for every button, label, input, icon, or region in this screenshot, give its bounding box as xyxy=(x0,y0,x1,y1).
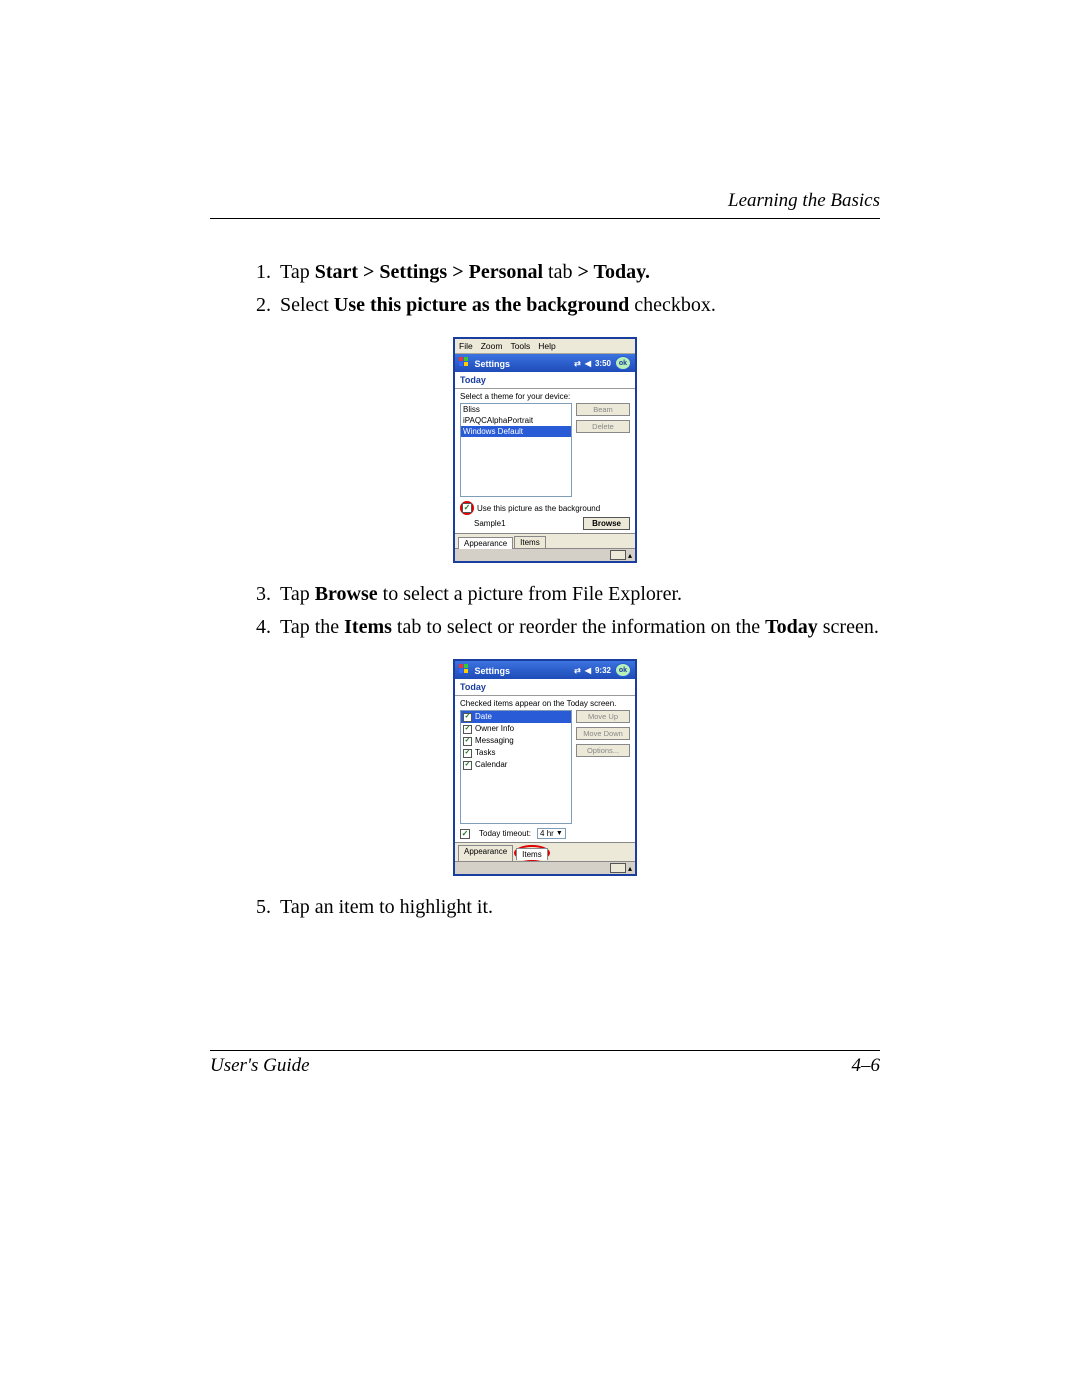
item-checkbox[interactable]: ✓ xyxy=(463,761,472,770)
item-checkbox[interactable]: ✓ xyxy=(463,737,472,746)
sip-bar-1: ▴ xyxy=(455,548,635,561)
menu-file[interactable]: File xyxy=(459,341,473,351)
connectivity-icon[interactable]: ⇄ xyxy=(574,666,581,675)
today-item[interactable]: ✓Messaging xyxy=(461,735,571,747)
moveup-button[interactable]: Move Up xyxy=(576,710,630,723)
today-item-selected[interactable]: ✓Date xyxy=(461,711,571,723)
menu-help[interactable]: Help xyxy=(538,341,555,351)
device-window-1: File Zoom Tools Help Settings ⇄ ◀ 3:50 o… xyxy=(453,337,637,563)
browse-button[interactable]: Browse xyxy=(583,517,630,530)
start-icon[interactable] xyxy=(459,664,469,674)
top-rule xyxy=(210,218,880,219)
tab-appearance[interactable]: Appearance xyxy=(458,845,513,861)
tab-appearance[interactable]: Appearance xyxy=(458,537,513,549)
navbar-title: Settings xyxy=(475,666,511,676)
use-picture-label: Use this picture as the background xyxy=(477,504,600,513)
keyboard-icon[interactable] xyxy=(610,550,626,560)
menu-tools[interactable]: Tools xyxy=(510,341,530,351)
items-listbox[interactable]: ✓Date ✓Owner Info ✓Messaging ✓Tasks ✓Cal… xyxy=(460,710,572,824)
today-timeout-checkbox[interactable]: ✓ xyxy=(460,829,470,839)
beam-button[interactable]: Beam xyxy=(576,403,630,416)
today-item[interactable]: ✓Calendar xyxy=(461,759,571,771)
navbar-1: Settings ⇄ ◀ 3:50 ok xyxy=(455,354,635,372)
ok-button[interactable]: ok xyxy=(615,663,631,677)
keyboard-icon[interactable] xyxy=(610,863,626,873)
highlight-circle-1: ✓ xyxy=(460,501,474,515)
steps-list-2: Tap Browse to select a picture from File… xyxy=(210,581,880,641)
chevron-down-icon: ▼ xyxy=(556,830,563,837)
today-item[interactable]: ✓Tasks xyxy=(461,747,571,759)
sip-arrow-icon[interactable]: ▴ xyxy=(628,864,632,873)
screen-title-1: Today xyxy=(455,372,635,389)
today-timeout-select[interactable]: 4 hr ▼ xyxy=(537,828,566,839)
theme-item[interactable]: iPAQCAlphaPortrait xyxy=(461,415,571,426)
tab-items[interactable]: Items xyxy=(514,536,546,548)
figure-1: File Zoom Tools Help Settings ⇄ ◀ 3:50 o… xyxy=(453,337,637,563)
sip-arrow-icon[interactable]: ▴ xyxy=(628,551,632,560)
tab-items[interactable]: Items xyxy=(516,848,548,860)
item-checkbox[interactable]: ✓ xyxy=(463,725,472,734)
theme-item[interactable]: Bliss xyxy=(461,404,571,415)
volume-icon[interactable]: ◀ xyxy=(585,359,591,368)
step-1: Tap Start > Settings > Personal tab > To… xyxy=(276,259,880,286)
screen-title-2: Today xyxy=(455,679,635,696)
theme-item-selected[interactable]: Windows Default xyxy=(461,426,571,437)
movedown-button[interactable]: Move Down xyxy=(576,727,630,740)
clock-text: 3:50 xyxy=(595,359,611,368)
theme-listbox[interactable]: Bliss iPAQCAlphaPortrait Windows Default xyxy=(460,403,572,497)
connectivity-icon[interactable]: ⇄ xyxy=(574,359,581,368)
step-5: Tap an item to highlight it. xyxy=(276,894,880,921)
footer-left: User's Guide xyxy=(210,1055,310,1077)
highlight-circle-2: Items xyxy=(514,845,550,861)
footer-right: 4–6 xyxy=(852,1055,881,1077)
today-timeout-label: Today timeout: xyxy=(479,829,531,838)
delete-button[interactable]: Delete xyxy=(576,420,630,433)
menu-zoom[interactable]: Zoom xyxy=(481,341,503,351)
figure-2: Settings ⇄ ◀ 9:32 ok Today Checked items… xyxy=(453,659,637,876)
theme-instruction: Select a theme for your device: xyxy=(460,392,630,401)
steps-list: Tap Start > Settings > Personal tab > To… xyxy=(210,259,880,319)
page-footer: User's Guide 4–6 xyxy=(210,1050,880,1077)
step-2: Select Use this picture as the backgroun… xyxy=(276,292,880,319)
today-item[interactable]: ✓Owner Info xyxy=(461,723,571,735)
steps-list-3: Tap an item to highlight it. xyxy=(210,894,880,921)
tabs-2: Appearance Items xyxy=(455,842,635,861)
options-button[interactable]: Options... xyxy=(576,744,630,757)
emulator-menubar: File Zoom Tools Help xyxy=(455,339,635,354)
chapter-header: Learning the Basics xyxy=(210,190,880,212)
start-icon[interactable] xyxy=(459,357,469,367)
ok-button[interactable]: ok xyxy=(615,356,631,370)
tabs-1: Appearance Items xyxy=(455,533,635,548)
items-instruction: Checked items appear on the Today screen… xyxy=(460,699,630,708)
volume-icon[interactable]: ◀ xyxy=(585,666,591,675)
step-4: Tap the Items tab to select or reorder t… xyxy=(276,614,880,641)
item-checkbox[interactable]: ✓ xyxy=(463,749,472,758)
step-3: Tap Browse to select a picture from File… xyxy=(276,581,880,608)
navbar-2: Settings ⇄ ◀ 9:32 ok xyxy=(455,661,635,679)
device-window-2: Settings ⇄ ◀ 9:32 ok Today Checked items… xyxy=(453,659,637,876)
item-checkbox[interactable]: ✓ xyxy=(463,713,472,722)
sample-file-label: Sample1 xyxy=(474,519,506,528)
use-picture-checkbox[interactable]: ✓ xyxy=(462,503,472,513)
clock-text: 9:32 xyxy=(595,666,611,675)
sip-bar-2: ▴ xyxy=(455,861,635,874)
navbar-title: Settings xyxy=(475,359,511,369)
